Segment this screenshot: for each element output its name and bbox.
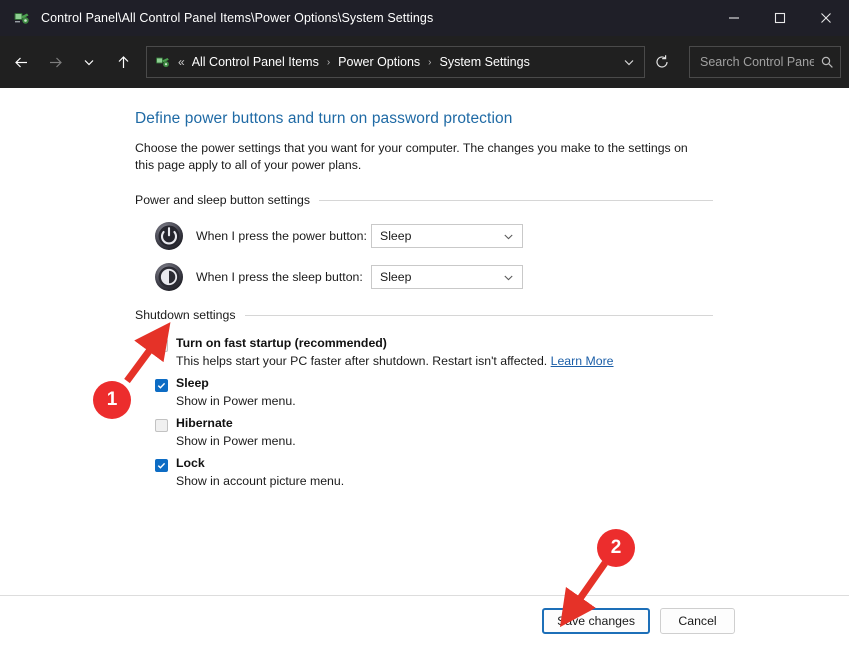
- shutdown-group-header: Shutdown settings: [135, 308, 713, 322]
- breadcrumb-item-all-control-panel-items[interactable]: All Control Panel Items: [192, 55, 319, 69]
- maximize-icon[interactable]: [757, 0, 803, 36]
- sleep-button-action-select[interactable]: Sleep: [371, 265, 523, 289]
- sleep-row: Sleep: [155, 376, 713, 392]
- group-divider: [319, 200, 713, 201]
- search-input[interactable]: Search Control Panel: [700, 55, 814, 69]
- power-button-setting-row: When I press the power button: Sleep: [135, 221, 713, 251]
- breadcrumb: All Control Panel Items › Power Options …: [192, 55, 614, 69]
- fast-startup-label[interactable]: Turn on fast startup (recommended): [176, 336, 387, 350]
- lock-row: Lock: [155, 456, 713, 472]
- recent-locations-chevron-down-icon[interactable]: [72, 45, 106, 79]
- page-description: Choose the power settings that you want …: [135, 140, 700, 173]
- close-icon[interactable]: [803, 0, 849, 36]
- sleep-button-setting-label: When I press the sleep button:: [196, 270, 371, 284]
- power-button-icon: [154, 221, 184, 251]
- hibernate-row: Hibernate: [155, 416, 713, 432]
- power-button-action-value: Sleep: [380, 229, 411, 243]
- chevron-down-icon: [503, 272, 514, 283]
- breadcrumb-separator: ›: [428, 57, 431, 68]
- chevron-down-icon: [503, 231, 514, 242]
- power-sleep-group: Power and sleep button settings: [135, 193, 713, 292]
- lock-label[interactable]: Lock: [176, 456, 205, 470]
- cancel-button[interactable]: Cancel: [660, 608, 735, 634]
- address-bar-actions: [614, 47, 644, 77]
- content-area: Define power buttons and turn on passwor…: [0, 88, 849, 646]
- fast-startup-row: Turn on fast startup (recommended): [155, 336, 713, 352]
- shutdown-options-list: Turn on fast startup (recommended) This …: [135, 336, 713, 489]
- sleep-button-icon: [154, 262, 184, 292]
- control-panel-window: Control Panel\All Control Panel Items\Po…: [0, 0, 849, 646]
- sleep-button-action-value: Sleep: [380, 270, 411, 284]
- breadcrumb-item-power-options[interactable]: Power Options: [338, 55, 420, 69]
- hibernate-label[interactable]: Hibernate: [176, 416, 233, 430]
- power-sleep-group-header: Power and sleep button settings: [135, 193, 713, 207]
- window-title: Control Panel\All Control Panel Items\Po…: [41, 11, 433, 25]
- power-button-setting-label: When I press the power button:: [196, 229, 371, 243]
- window-controls: [711, 0, 849, 36]
- back-arrow-icon[interactable]: [4, 45, 38, 79]
- breadcrumb-separator: ›: [327, 57, 330, 68]
- fast-startup-description-text: This helps start your PC faster after sh…: [176, 354, 547, 368]
- shutdown-settings-group: Shutdown settings Turn on fast startup (…: [135, 308, 713, 489]
- refresh-icon[interactable]: [645, 45, 679, 79]
- save-changes-button[interactable]: Save changes: [542, 608, 650, 634]
- hibernate-description: Show in Power menu.: [176, 433, 713, 449]
- page-body: Define power buttons and turn on passwor…: [0, 88, 849, 489]
- footer-actions: Save changes Cancel: [542, 608, 735, 634]
- minimize-icon[interactable]: [711, 0, 757, 36]
- address-overflow-chevrons[interactable]: «: [178, 55, 185, 69]
- group-divider: [245, 315, 714, 316]
- forward-arrow-icon[interactable]: [38, 45, 72, 79]
- shutdown-group-label: Shutdown settings: [135, 308, 236, 322]
- title-bar: Control Panel\All Control Panel Items\Po…: [0, 0, 849, 36]
- navigation-bar: « All Control Panel Items › Power Option…: [0, 36, 849, 88]
- sleep-button-setting-row: When I press the sleep button: Sleep: [135, 262, 713, 292]
- power-sleep-group-label: Power and sleep button settings: [135, 193, 310, 207]
- breadcrumb-item-system-settings[interactable]: System Settings: [440, 55, 530, 69]
- control-panel-icon: [13, 9, 31, 27]
- lock-description: Show in account picture menu.: [176, 473, 713, 489]
- lock-checkbox[interactable]: [155, 459, 168, 472]
- search-box[interactable]: Search Control Panel: [689, 46, 841, 78]
- address-bar[interactable]: « All Control Panel Items › Power Option…: [146, 46, 645, 78]
- search-icon[interactable]: [814, 55, 840, 69]
- address-chevron-down-icon[interactable]: [614, 47, 644, 77]
- power-button-action-select[interactable]: Sleep: [371, 224, 523, 248]
- page-title: Define power buttons and turn on passwor…: [135, 110, 849, 128]
- fast-startup-description: This helps start your PC faster after sh…: [176, 353, 713, 369]
- fast-startup-checkbox[interactable]: [155, 339, 168, 352]
- sleep-description: Show in Power menu.: [176, 393, 713, 409]
- hibernate-checkbox[interactable]: [155, 419, 168, 432]
- sleep-label[interactable]: Sleep: [176, 376, 209, 390]
- up-arrow-icon[interactable]: [106, 45, 140, 79]
- address-control-panel-icon: [155, 54, 171, 70]
- footer-divider: [0, 595, 849, 596]
- sleep-checkbox[interactable]: [155, 379, 168, 392]
- learn-more-link[interactable]: Learn More: [551, 354, 614, 368]
